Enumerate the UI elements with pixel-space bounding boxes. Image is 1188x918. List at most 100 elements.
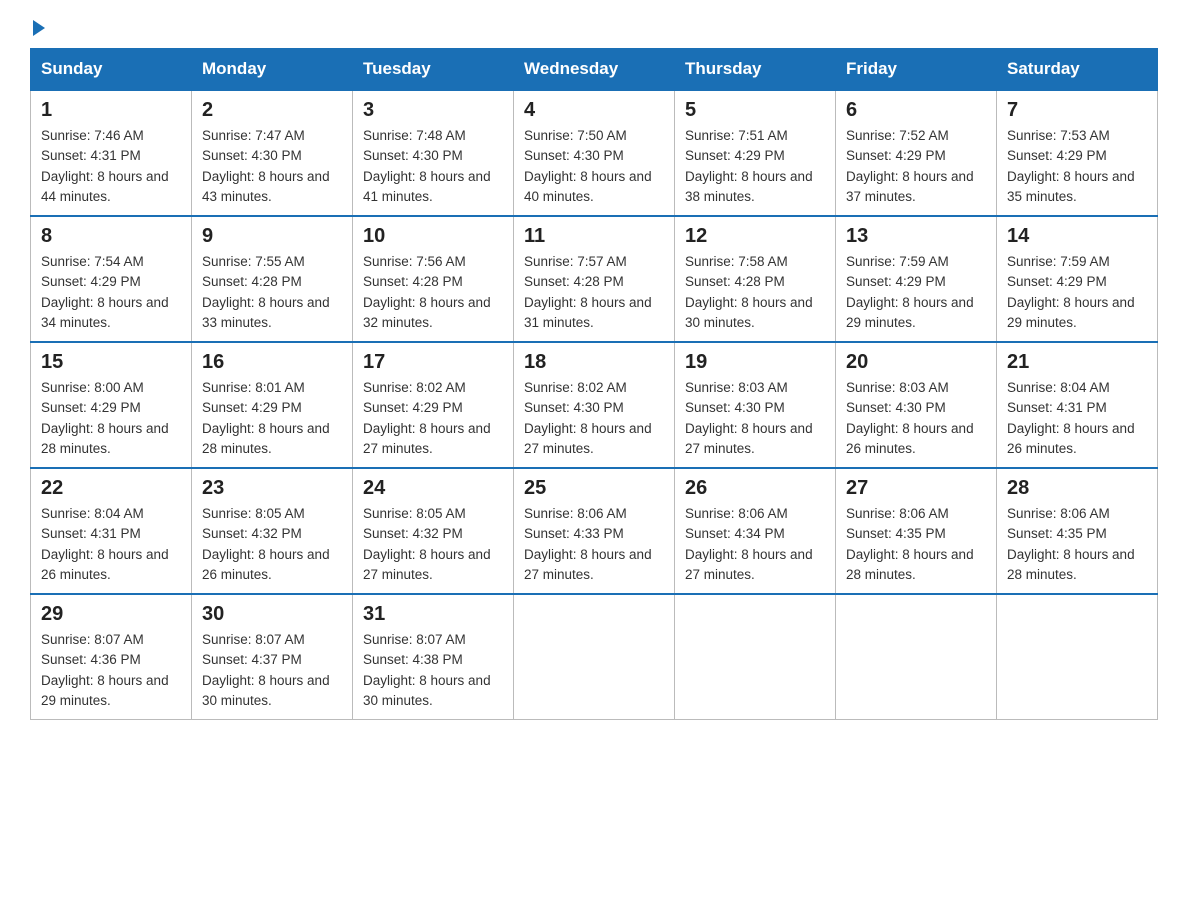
day-info: Sunrise: 7:54 AMSunset: 4:29 PMDaylight:… xyxy=(41,252,181,333)
day-number: 12 xyxy=(685,225,825,248)
calendar-table: SundayMondayTuesdayWednesdayThursdayFrid… xyxy=(30,48,1158,720)
calendar-cell: 4 Sunrise: 7:50 AMSunset: 4:30 PMDaylight… xyxy=(514,90,675,216)
day-number: 18 xyxy=(524,351,664,374)
day-number: 17 xyxy=(363,351,503,374)
calendar-cell: 5 Sunrise: 7:51 AMSunset: 4:29 PMDaylight… xyxy=(675,90,836,216)
day-number: 2 xyxy=(202,99,342,122)
day-info: Sunrise: 7:47 AMSunset: 4:30 PMDaylight:… xyxy=(202,126,342,207)
day-info: Sunrise: 8:05 AMSunset: 4:32 PMDaylight:… xyxy=(202,504,342,585)
day-info: Sunrise: 8:06 AMSunset: 4:34 PMDaylight:… xyxy=(685,504,825,585)
calendar-cell: 1 Sunrise: 7:46 AMSunset: 4:31 PMDaylight… xyxy=(31,90,192,216)
week-row-1: 1 Sunrise: 7:46 AMSunset: 4:31 PMDaylight… xyxy=(31,90,1158,216)
column-header-sunday: Sunday xyxy=(31,49,192,91)
day-number: 13 xyxy=(846,225,986,248)
calendar-cell xyxy=(836,594,997,720)
day-info: Sunrise: 8:00 AMSunset: 4:29 PMDaylight:… xyxy=(41,378,181,459)
calendar-cell: 30Sunrise: 8:07 AMSunset: 4:37 PMDayligh… xyxy=(192,594,353,720)
logo-triangle-icon xyxy=(33,20,45,36)
day-number: 21 xyxy=(1007,351,1147,374)
day-info: Sunrise: 7:55 AMSunset: 4:28 PMDaylight:… xyxy=(202,252,342,333)
day-number: 25 xyxy=(524,477,664,500)
day-number: 19 xyxy=(685,351,825,374)
calendar-cell: 26 Sunrise: 8:06 AMSunset: 4:34 PMDayligh… xyxy=(675,468,836,594)
calendar-cell: 17 Sunrise: 8:02 AMSunset: 4:29 PMDayligh… xyxy=(353,342,514,468)
day-number: 11 xyxy=(524,225,664,248)
calendar-cell: 14 Sunrise: 7:59 AMSunset: 4:29 PMDayligh… xyxy=(997,216,1158,342)
day-info: Sunrise: 7:52 AMSunset: 4:29 PMDaylight:… xyxy=(846,126,986,207)
day-number: 22 xyxy=(41,477,181,500)
day-number: 26 xyxy=(685,477,825,500)
day-number: 20 xyxy=(846,351,986,374)
calendar-cell: 6Sunrise: 7:52 AMSunset: 4:29 PMDaylight… xyxy=(836,90,997,216)
day-info: Sunrise: 8:04 AMSunset: 4:31 PMDaylight:… xyxy=(41,504,181,585)
calendar-cell: 11 Sunrise: 7:57 AMSunset: 4:28 PMDayligh… xyxy=(514,216,675,342)
week-row-4: 22 Sunrise: 8:04 AMSunset: 4:31 PMDayligh… xyxy=(31,468,1158,594)
day-number: 1 xyxy=(41,99,181,122)
calendar-cell: 9Sunrise: 7:55 AMSunset: 4:28 PMDaylight… xyxy=(192,216,353,342)
day-info: Sunrise: 7:46 AMSunset: 4:31 PMDaylight:… xyxy=(41,126,181,207)
calendar-header: SundayMondayTuesdayWednesdayThursdayFrid… xyxy=(31,49,1158,91)
calendar-cell: 8 Sunrise: 7:54 AMSunset: 4:29 PMDaylight… xyxy=(31,216,192,342)
calendar-cell: 28Sunrise: 8:06 AMSunset: 4:35 PMDayligh… xyxy=(997,468,1158,594)
calendar-cell: 12 Sunrise: 7:58 AMSunset: 4:28 PMDayligh… xyxy=(675,216,836,342)
day-number: 23 xyxy=(202,477,342,500)
calendar-cell xyxy=(997,594,1158,720)
column-header-friday: Friday xyxy=(836,49,997,91)
day-info: Sunrise: 8:07 AMSunset: 4:37 PMDaylight:… xyxy=(202,630,342,711)
day-number: 3 xyxy=(363,99,503,122)
column-header-wednesday: Wednesday xyxy=(514,49,675,91)
week-row-2: 8 Sunrise: 7:54 AMSunset: 4:29 PMDaylight… xyxy=(31,216,1158,342)
column-header-thursday: Thursday xyxy=(675,49,836,91)
calendar-cell xyxy=(514,594,675,720)
calendar-cell: 18 Sunrise: 8:02 AMSunset: 4:30 PMDayligh… xyxy=(514,342,675,468)
calendar-cell: 16Sunrise: 8:01 AMSunset: 4:29 PMDayligh… xyxy=(192,342,353,468)
day-info: Sunrise: 8:07 AMSunset: 4:38 PMDaylight:… xyxy=(363,630,503,711)
calendar-cell: 20 Sunrise: 8:03 AMSunset: 4:30 PMDayligh… xyxy=(836,342,997,468)
calendar-cell: 10Sunrise: 7:56 AMSunset: 4:28 PMDayligh… xyxy=(353,216,514,342)
calendar-cell: 22 Sunrise: 8:04 AMSunset: 4:31 PMDayligh… xyxy=(31,468,192,594)
column-header-saturday: Saturday xyxy=(997,49,1158,91)
day-number: 5 xyxy=(685,99,825,122)
day-number: 8 xyxy=(41,225,181,248)
day-number: 31 xyxy=(363,603,503,626)
day-info: Sunrise: 8:06 AMSunset: 4:33 PMDaylight:… xyxy=(524,504,664,585)
day-info: Sunrise: 8:03 AMSunset: 4:30 PMDaylight:… xyxy=(846,378,986,459)
calendar-cell: 7 Sunrise: 7:53 AMSunset: 4:29 PMDaylight… xyxy=(997,90,1158,216)
calendar-cell: 19 Sunrise: 8:03 AMSunset: 4:30 PMDayligh… xyxy=(675,342,836,468)
calendar-cell: 23 Sunrise: 8:05 AMSunset: 4:32 PMDayligh… xyxy=(192,468,353,594)
day-info: Sunrise: 7:57 AMSunset: 4:28 PMDaylight:… xyxy=(524,252,664,333)
day-info: Sunrise: 7:59 AMSunset: 4:29 PMDaylight:… xyxy=(846,252,986,333)
day-info: Sunrise: 7:51 AMSunset: 4:29 PMDaylight:… xyxy=(685,126,825,207)
day-number: 14 xyxy=(1007,225,1147,248)
day-info: Sunrise: 8:01 AMSunset: 4:29 PMDaylight:… xyxy=(202,378,342,459)
page-header xyxy=(30,20,1158,38)
calendar-cell: 3Sunrise: 7:48 AMSunset: 4:30 PMDaylight… xyxy=(353,90,514,216)
day-info: Sunrise: 7:58 AMSunset: 4:28 PMDaylight:… xyxy=(685,252,825,333)
week-row-3: 15 Sunrise: 8:00 AMSunset: 4:29 PMDayligh… xyxy=(31,342,1158,468)
day-info: Sunrise: 8:04 AMSunset: 4:31 PMDaylight:… xyxy=(1007,378,1147,459)
calendar-cell xyxy=(675,594,836,720)
calendar-cell: 21 Sunrise: 8:04 AMSunset: 4:31 PMDayligh… xyxy=(997,342,1158,468)
calendar-body: 1 Sunrise: 7:46 AMSunset: 4:31 PMDaylight… xyxy=(31,90,1158,720)
day-info: Sunrise: 8:03 AMSunset: 4:30 PMDaylight:… xyxy=(685,378,825,459)
day-info: Sunrise: 8:02 AMSunset: 4:29 PMDaylight:… xyxy=(363,378,503,459)
column-header-tuesday: Tuesday xyxy=(353,49,514,91)
day-number: 7 xyxy=(1007,99,1147,122)
calendar-cell: 15 Sunrise: 8:00 AMSunset: 4:29 PMDayligh… xyxy=(31,342,192,468)
week-row-5: 29Sunrise: 8:07 AMSunset: 4:36 PMDayligh… xyxy=(31,594,1158,720)
day-number: 27 xyxy=(846,477,986,500)
day-info: Sunrise: 7:56 AMSunset: 4:28 PMDaylight:… xyxy=(363,252,503,333)
day-number: 24 xyxy=(363,477,503,500)
header-row: SundayMondayTuesdayWednesdayThursdayFrid… xyxy=(31,49,1158,91)
calendar-cell: 29Sunrise: 8:07 AMSunset: 4:36 PMDayligh… xyxy=(31,594,192,720)
day-info: Sunrise: 8:02 AMSunset: 4:30 PMDaylight:… xyxy=(524,378,664,459)
calendar-cell: 24Sunrise: 8:05 AMSunset: 4:32 PMDayligh… xyxy=(353,468,514,594)
day-info: Sunrise: 7:50 AMSunset: 4:30 PMDaylight:… xyxy=(524,126,664,207)
calendar-cell: 25 Sunrise: 8:06 AMSunset: 4:33 PMDayligh… xyxy=(514,468,675,594)
day-info: Sunrise: 8:06 AMSunset: 4:35 PMDaylight:… xyxy=(1007,504,1147,585)
day-number: 4 xyxy=(524,99,664,122)
day-number: 15 xyxy=(41,351,181,374)
calendar-cell: 31 Sunrise: 8:07 AMSunset: 4:38 PMDayligh… xyxy=(353,594,514,720)
day-info: Sunrise: 7:53 AMSunset: 4:29 PMDaylight:… xyxy=(1007,126,1147,207)
day-info: Sunrise: 7:59 AMSunset: 4:29 PMDaylight:… xyxy=(1007,252,1147,333)
